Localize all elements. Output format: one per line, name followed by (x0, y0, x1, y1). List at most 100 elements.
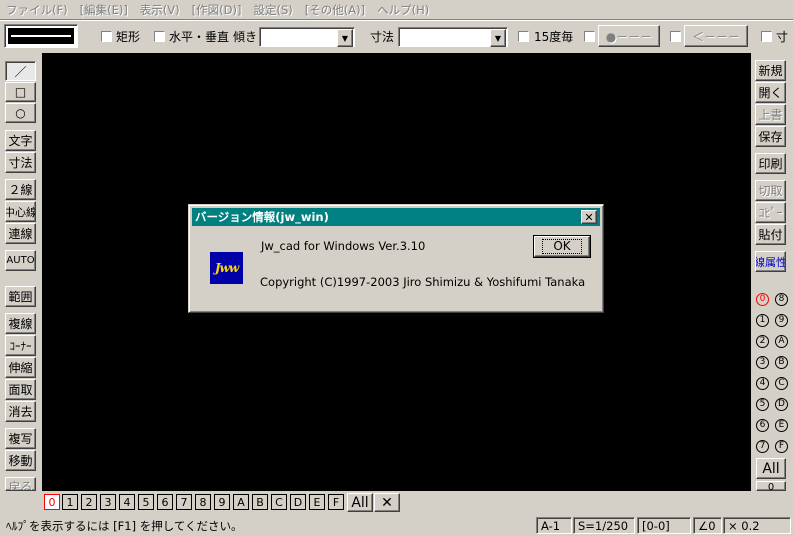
layer-group-4[interactable]: 4 (753, 373, 772, 393)
chamfer-button[interactable]: 面取 (5, 379, 36, 400)
control-toolbar: 矩形 水平・垂直 傾き ▼ 寸法 ▼ 15度毎 ●－－－ ＜－－－ 寸 (0, 22, 793, 52)
horiz-vert-checkbox[interactable] (154, 31, 165, 42)
dimension-combo-arrow-icon[interactable]: ▼ (490, 29, 506, 47)
layer-group-grid: 0 8 1 9 2 A 3 B 4 C 5 D 6 E 7 F (752, 289, 792, 457)
dim-tool-button[interactable]: 寸法 (5, 152, 36, 173)
layer-0[interactable]: 0 (44, 494, 60, 510)
menu-other[interactable]: [その他(A)] (299, 2, 371, 18)
dialog-close-button[interactable]: ✕ (581, 210, 597, 224)
layer-group-6[interactable]: 6 (753, 415, 772, 435)
center-line-button[interactable]: 中心線 (5, 201, 36, 222)
disabled-button-1[interactable]: ●－－－ (598, 25, 660, 47)
slope-combo-arrow-icon[interactable]: ▼ (337, 29, 353, 47)
cut-button[interactable]: 切取 (755, 180, 786, 201)
paste-button[interactable]: 貼付 (755, 224, 786, 245)
option-checkbox-2[interactable] (670, 31, 681, 42)
layer-group-0[interactable]: 0 (753, 289, 772, 309)
print-button[interactable]: 印刷 (755, 153, 786, 174)
status-zoom[interactable]: × 0.2 (723, 517, 791, 534)
rect-checkbox[interactable] (101, 31, 112, 42)
layer-6[interactable]: 6 (157, 494, 173, 510)
layer-group-7[interactable]: 7 (753, 436, 772, 456)
layer-c[interactable]: C (271, 494, 287, 510)
layer-group-5[interactable]: 5 (753, 394, 772, 414)
menu-settings[interactable]: 設定(S) (247, 2, 298, 18)
layer-b[interactable]: B (252, 494, 268, 510)
dialog-ok-button[interactable]: OK (533, 235, 591, 258)
option-checkbox-3[interactable] (761, 31, 772, 42)
dimension-combo[interactable]: ▼ (398, 27, 508, 47)
layer-group-c[interactable]: C (772, 373, 791, 393)
open-file-button[interactable]: 開く (755, 82, 786, 103)
circle-tool-button[interactable]: ○ (5, 103, 36, 123)
layer-group-d[interactable]: D (772, 394, 791, 414)
layer-x-button[interactable]: ✕ (374, 493, 400, 512)
layer-group-b[interactable]: B (772, 352, 791, 372)
layer-d[interactable]: D (290, 494, 306, 510)
menu-help[interactable]: ヘルプ(H) (371, 2, 435, 18)
layer-e[interactable]: E (309, 494, 325, 510)
status-layer[interactable]: [0-0] (637, 517, 691, 534)
option-checkbox-1[interactable] (584, 31, 595, 42)
auto-button[interactable]: AUTO (5, 250, 36, 271)
left-tool-panel: ／ □ ○ 文字 寸法 ２線 中心線 連線 AUTO 範囲 複線 ｺｰﾅｰ 伸縮… (0, 53, 42, 491)
layer-group-1[interactable]: 1 (753, 310, 772, 330)
undo-button[interactable]: 戻る (5, 477, 36, 491)
status-scale[interactable]: S=1/250 (573, 517, 635, 534)
layer-4[interactable]: 4 (119, 494, 135, 510)
every15-checkbox[interactable] (518, 31, 529, 42)
horiz-vert-label: 水平・垂直 (169, 30, 230, 44)
dim-right-label: 寸 (776, 30, 789, 44)
menu-edit[interactable]: [編集(E)] (74, 2, 134, 18)
layer-group-2[interactable]: 2 (753, 331, 772, 351)
erase-button[interactable]: 消去 (5, 401, 36, 422)
dialog-title-bar[interactable]: バージョン情報(jw_win) ✕ (192, 208, 600, 226)
layer-group-3[interactable]: 3 (753, 352, 772, 372)
layer-all-button[interactable]: All (347, 493, 373, 512)
layer-8[interactable]: 8 (195, 494, 211, 510)
layer-group-8[interactable]: 8 (772, 289, 791, 309)
layer-f[interactable]: F (328, 494, 344, 510)
menu-draw[interactable]: [作図(D)] (186, 2, 248, 18)
disabled-button-2[interactable]: ＜－－－ (684, 25, 748, 47)
layer-7[interactable]: 7 (176, 494, 192, 510)
new-file-button[interactable]: 新規 (755, 60, 786, 81)
stretch-button[interactable]: 伸縮 (5, 357, 36, 378)
continuous-line-button[interactable]: 連線 (5, 223, 36, 244)
line-attribute-button[interactable]: 線属性 (755, 251, 786, 272)
line-type-selector[interactable] (4, 24, 78, 48)
double-line-button[interactable]: ２線 (5, 179, 36, 200)
line-icon: ／ (14, 64, 27, 79)
layer-group-zero-button[interactable]: 0 (756, 481, 786, 491)
layer-group-9[interactable]: 9 (772, 310, 791, 330)
layer-group-f[interactable]: F (772, 436, 791, 456)
dialog-copyright: Copyright (C)1997-2003 Jiro Shimizu & Yo… (260, 275, 586, 289)
layer-1[interactable]: 1 (62, 494, 78, 510)
range-button[interactable]: 範囲 (5, 286, 36, 307)
layer-2[interactable]: 2 (81, 494, 97, 510)
status-angle[interactable]: ∠0 (693, 517, 722, 534)
rect-tool-button[interactable]: □ (5, 82, 36, 102)
line-tool-button[interactable]: ／ (5, 61, 36, 81)
slope-combo[interactable]: ▼ (259, 27, 355, 47)
layer-3[interactable]: 3 (100, 494, 116, 510)
overwrite-button[interactable]: 上書 (755, 104, 786, 125)
layer-group-all-button[interactable]: All (756, 458, 786, 479)
menu-view[interactable]: 表示(V) (134, 2, 186, 18)
corner-button[interactable]: ｺｰﾅｰ (5, 335, 36, 356)
menu-file[interactable]: ファイル(F) (0, 2, 74, 18)
status-help-text: ﾍﾙﾌﾟを表示するには [F1] を押してください。 (6, 518, 243, 533)
layer-a[interactable]: A (233, 494, 249, 510)
copy-tool-button[interactable]: 複写 (5, 428, 36, 449)
version-info-dialog: バージョン情報(jw_win) ✕ Jww Jw_cad for Windows… (188, 204, 604, 313)
copy-button[interactable]: ｺﾋﾟｰ (755, 202, 786, 223)
status-paper[interactable]: A-1 (536, 517, 572, 534)
multi-line-button[interactable]: 複線 (5, 313, 36, 334)
text-tool-button[interactable]: 文字 (5, 130, 36, 151)
save-button[interactable]: 保存 (755, 126, 786, 147)
layer-5[interactable]: 5 (138, 494, 154, 510)
layer-group-e[interactable]: E (772, 415, 791, 435)
layer-group-a[interactable]: A (772, 331, 791, 351)
move-tool-button[interactable]: 移動 (5, 450, 36, 471)
layer-9[interactable]: 9 (214, 494, 230, 510)
